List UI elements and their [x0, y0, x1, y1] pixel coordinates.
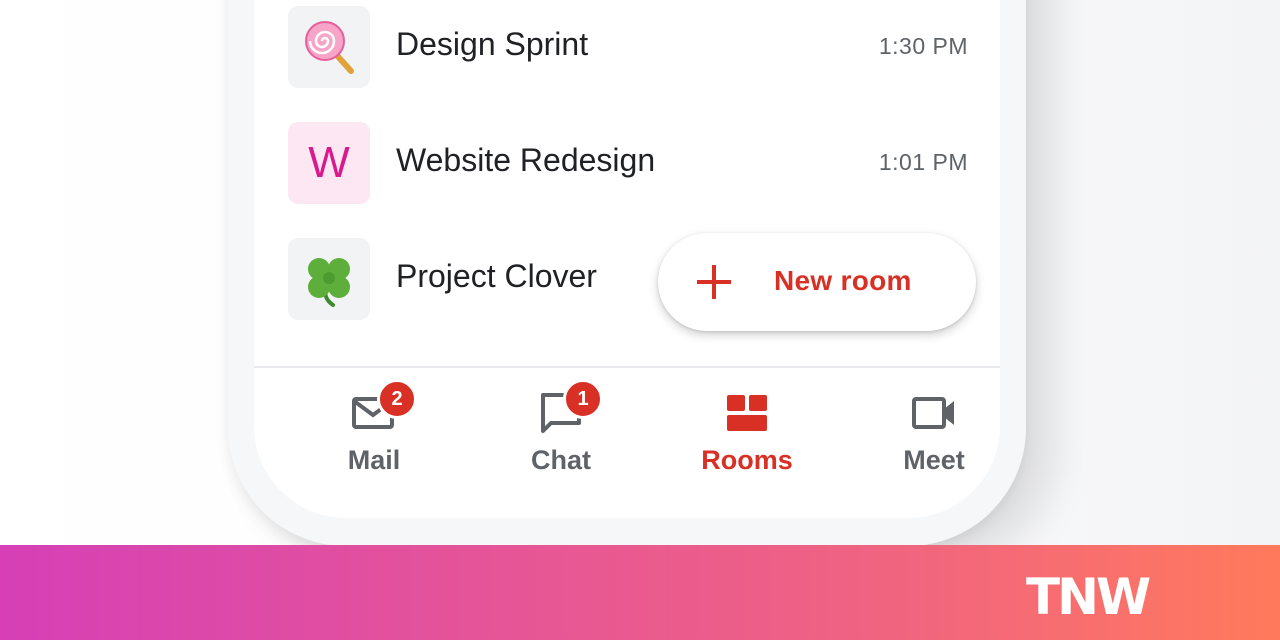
nav-label-rooms: Rooms: [701, 445, 793, 475]
mail-badge: 2: [377, 379, 417, 419]
nav-label-meet: Meet: [903, 445, 965, 475]
plus-icon: [697, 265, 731, 299]
room-row-website-redesign[interactable]: W Website Redesign 1:01 PM: [288, 122, 968, 206]
nav-label-chat: Chat: [531, 445, 591, 475]
room-name: Design Sprint: [396, 26, 589, 62]
room-avatar: [288, 238, 370, 320]
nav-item-mail[interactable]: 2 Mail: [314, 379, 434, 485]
room-avatar: [288, 6, 370, 88]
video-camera-icon: [912, 397, 954, 429]
nav-item-meet[interactable]: Meet: [874, 385, 994, 485]
app-screen: Design Sprint 1:30 PM W Website Redesign…: [254, 0, 1000, 518]
new-room-label: New room: [774, 265, 912, 296]
room-time: 1:01 PM: [878, 149, 968, 175]
tnw-logo: tnw: [1026, 568, 1151, 626]
new-room-button[interactable]: New room: [658, 233, 976, 331]
nav-item-rooms[interactable]: Rooms: [687, 385, 807, 485]
nav-label-mail: Mail: [347, 445, 401, 475]
nav-item-chat[interactable]: 1 Chat: [501, 379, 621, 485]
phone-frame: Design Sprint 1:30 PM W Website Redesign…: [228, 0, 1026, 546]
room-avatar: W: [288, 122, 370, 204]
room-row-design-sprint[interactable]: Design Sprint 1:30 PM: [288, 6, 968, 90]
rooms-icon: [727, 395, 767, 431]
lollipop-icon: [305, 21, 354, 74]
room-name: Project Clover: [396, 258, 597, 294]
room-avatar-letter: W: [308, 138, 350, 187]
room-name: Website Redesign: [396, 142, 656, 178]
room-time: 1:30 PM: [878, 33, 968, 59]
clover-icon: [308, 258, 350, 307]
bottom-nav-divider: [254, 366, 1000, 368]
chat-badge: 1: [563, 379, 603, 419]
